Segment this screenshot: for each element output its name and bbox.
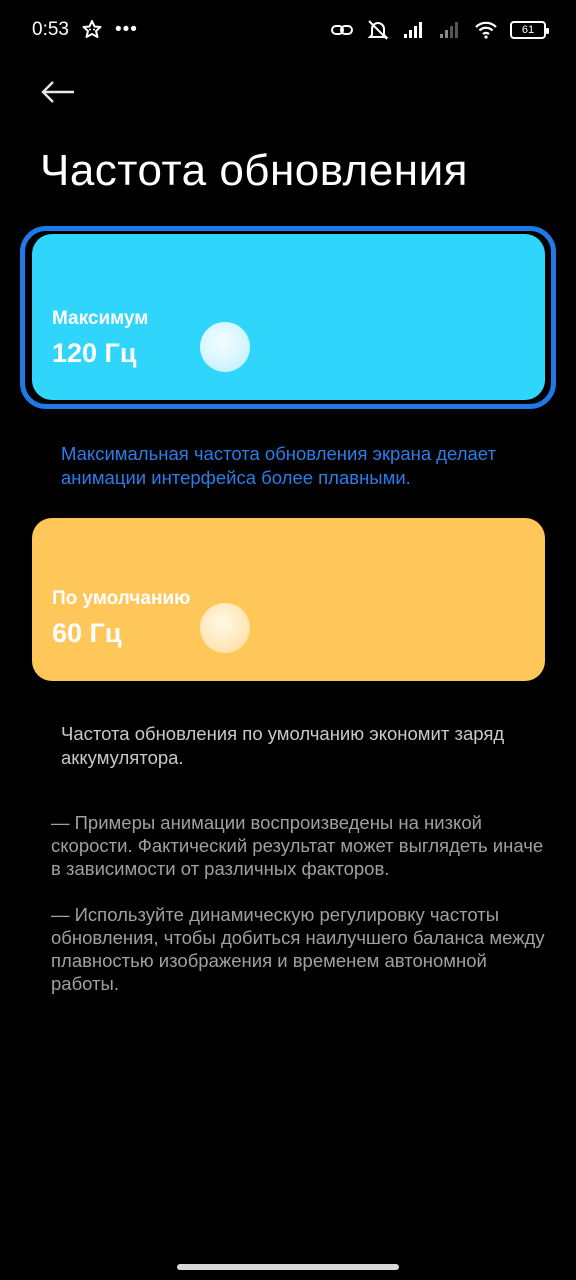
link-icon (330, 20, 354, 40)
battery-level: 61 (521, 24, 535, 36)
battery-icon: 61 (510, 21, 549, 39)
note-animation-speed: — Примеры анимации воспроизведены на низ… (51, 812, 544, 879)
note-dynamic-rate: — Используйте динамическую регулировку ч… (51, 904, 545, 994)
status-left: 0:53 ••• (32, 19, 138, 41)
star-face-icon (81, 19, 103, 41)
back-arrow-icon (41, 81, 74, 103)
signal-weak-icon (438, 20, 462, 40)
more-notifications-icon: ••• (114, 19, 138, 40)
home-indicator[interactable] (177, 1264, 399, 1270)
status-time: 0:53 (32, 19, 69, 40)
option-max-value: 120 Гц (52, 338, 137, 368)
page-title: Частота обновления (40, 146, 468, 195)
status-bar: 0:53 ••• 61 (0, 0, 576, 60)
wifi-icon (474, 20, 498, 40)
alarm-off-icon (366, 19, 390, 41)
option-card-max[interactable]: Максимум 120 Гц (32, 234, 545, 400)
animation-ball (200, 603, 250, 653)
option-max-label: Максимум (52, 308, 149, 329)
option-card-default[interactable]: По умолчанию 60 Гц (32, 518, 545, 681)
status-right: 61 (330, 19, 549, 41)
option-default-label: По умолчанию (52, 588, 191, 609)
option-default-description: Частота обновления по умолчанию экономит… (61, 723, 505, 768)
option-max-description: Максимальная частота обновления экрана д… (61, 443, 496, 488)
animation-ball (200, 322, 250, 372)
signal-icon (402, 20, 426, 40)
screen: 0:53 ••• 61 Частота обновления Максимум … (0, 0, 576, 1280)
option-default-value: 60 Гц (52, 618, 122, 648)
back-button[interactable] (36, 70, 80, 114)
